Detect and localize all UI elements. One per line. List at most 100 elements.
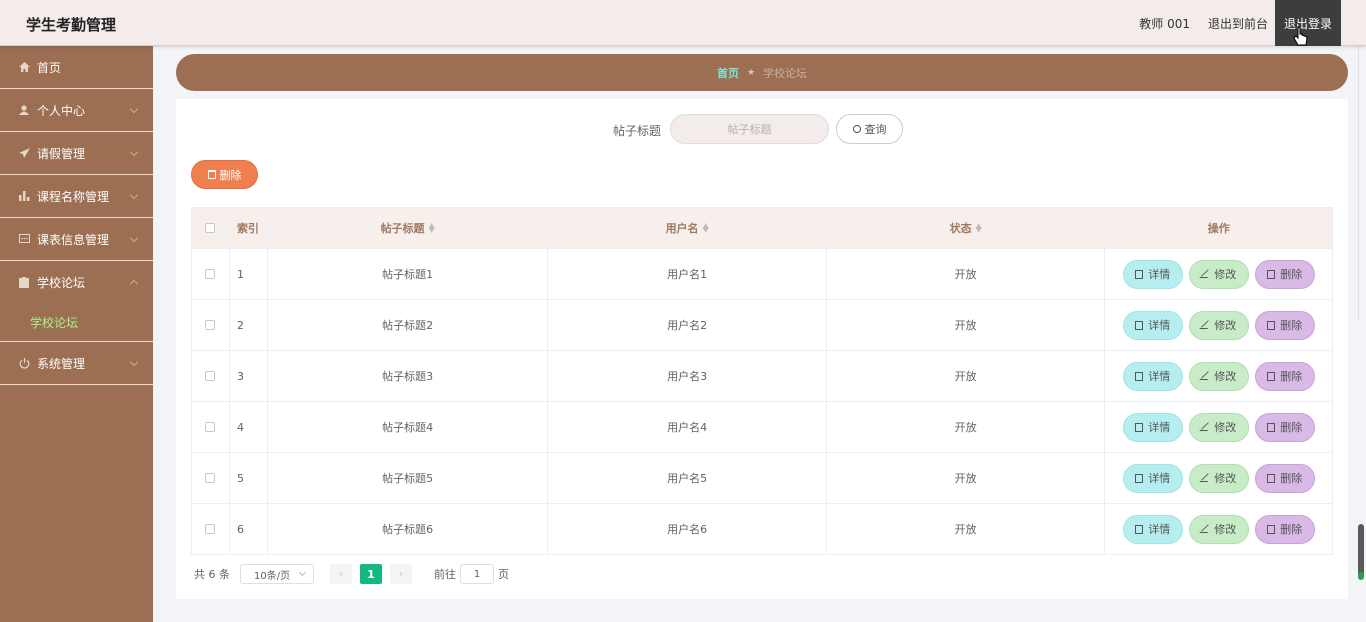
column-header-label: 用户名	[665, 222, 699, 235]
delete-label: 删除	[1280, 472, 1303, 485]
sidebar-item-label: 课表信息管理	[37, 232, 110, 247]
select-all-checkbox[interactable]	[205, 223, 216, 233]
next-page-button[interactable]: ›	[390, 564, 412, 584]
column-header-user[interactable]: 用户名 ▲ ▼	[548, 208, 827, 248]
sort-icon[interactable]: ▲ ▼	[703, 222, 709, 234]
document-icon	[1135, 269, 1144, 279]
query-button-label: 查询	[864, 123, 887, 136]
table-row: 5 帖子标题5 用户名5 开放 详情 修改 删除	[192, 452, 1332, 503]
query-button[interactable]: 查询	[836, 114, 903, 144]
sidebar-item-leave[interactable]: 请假管理	[0, 132, 153, 175]
edit-label: 修改	[1214, 523, 1237, 536]
edit-button[interactable]: 修改	[1188, 259, 1249, 289]
edit-button[interactable]: 修改	[1188, 361, 1249, 391]
search-input[interactable]	[670, 114, 829, 144]
edit-label: 修改	[1214, 319, 1237, 332]
edit-button[interactable]: 修改	[1188, 463, 1249, 493]
page-size-select[interactable]: 10条/页	[240, 564, 314, 584]
row-checkbox[interactable]	[205, 269, 216, 279]
cell-user: 用户名5	[548, 453, 827, 503]
column-header-status[interactable]: 状态 ▲ ▼	[827, 208, 1106, 248]
sort-icon[interactable]: ▲ ▼	[976, 222, 982, 234]
trash-icon	[1267, 422, 1276, 432]
delete-button[interactable]: 删除	[1254, 514, 1315, 544]
back-to-front-link[interactable]: 退出到前台	[1208, 15, 1268, 32]
sidebar-item-system[interactable]: 系统管理	[0, 342, 153, 385]
breadcrumb-home[interactable]: 首页	[717, 65, 739, 81]
cell-user: 用户名6	[548, 504, 827, 554]
user-icon	[18, 104, 30, 116]
edit-button[interactable]: 修改	[1188, 412, 1249, 442]
scrollbar-thumb[interactable]	[1358, 524, 1364, 579]
column-header-title[interactable]: 帖子标题 ▲ ▼	[268, 208, 549, 248]
pagination: 共 6 条 10条/页 ‹ 1 › 前往 页	[194, 564, 509, 584]
detail-button[interactable]: 详情	[1122, 259, 1183, 289]
detail-button[interactable]: 详情	[1122, 514, 1183, 544]
edit-button[interactable]: 修改	[1188, 310, 1249, 340]
breadcrumb: 首页 ★ 学校论坛	[176, 54, 1348, 91]
prev-page-button[interactable]: ‹	[330, 564, 352, 584]
row-checkbox[interactable]	[205, 473, 216, 483]
pencil-icon	[1199, 474, 1211, 482]
edit-button[interactable]: 修改	[1188, 514, 1249, 544]
detail-button[interactable]: 详情	[1122, 412, 1183, 442]
sidebar-item-course-names[interactable]: 课程名称管理	[0, 175, 153, 218]
sidebar-item-label: 课程名称管理	[37, 189, 110, 204]
sidebar-subitem-forum[interactable]: 学校论坛	[0, 304, 153, 342]
row-checkbox[interactable]	[205, 320, 216, 330]
detail-label: 详情	[1148, 523, 1171, 536]
table-row: 4 帖子标题4 用户名4 开放 详情 修改 删除	[192, 401, 1332, 452]
delete-button[interactable]: 删除	[1254, 361, 1315, 391]
cell-status: 开放	[827, 402, 1106, 452]
row-select-cell	[192, 351, 230, 401]
detail-button[interactable]: 详情	[1122, 361, 1183, 391]
detail-button[interactable]: 详情	[1122, 310, 1183, 340]
edit-label: 修改	[1214, 421, 1237, 434]
detail-label: 详情	[1148, 319, 1171, 332]
cell-user: 用户名4	[548, 402, 827, 452]
sidebar-item-personal[interactable]: 个人中心	[0, 89, 153, 132]
delete-button[interactable]: 删除	[1254, 310, 1315, 340]
batch-delete-button[interactable]: 删除	[191, 160, 258, 189]
cell-status: 开放	[827, 351, 1106, 401]
cell-index: 5	[230, 453, 268, 503]
cell-title: 帖子标题3	[268, 351, 549, 401]
row-checkbox[interactable]	[205, 422, 216, 432]
detail-button[interactable]: 详情	[1122, 463, 1183, 493]
chevron-down-icon	[298, 568, 307, 577]
sidebar-item-home[interactable]: 首页	[0, 46, 153, 89]
detail-label: 详情	[1148, 472, 1171, 485]
search-label: 帖子标题	[613, 124, 662, 138]
row-checkbox[interactable]	[205, 524, 216, 534]
goto-page-input[interactable]	[460, 564, 494, 584]
delete-button[interactable]: 删除	[1254, 259, 1315, 289]
page-number-button[interactable]: 1	[360, 564, 382, 584]
home-icon	[18, 61, 30, 73]
cell-title: 帖子标题5	[268, 453, 549, 503]
row-checkbox[interactable]	[205, 371, 216, 381]
pencil-icon	[1199, 270, 1211, 278]
delete-label: 删除	[1280, 268, 1303, 281]
delete-button[interactable]: 删除	[1254, 463, 1315, 493]
delete-button[interactable]: 删除	[1254, 412, 1315, 442]
cell-index: 6	[230, 504, 268, 554]
sidebar-item-label: 系统管理	[37, 356, 86, 371]
sidebar: 首页 个人中心 请假管理 课程名称管理 课表信息管理 学校论坛 学校论坛 系统管…	[0, 46, 153, 622]
document-icon	[1135, 524, 1144, 534]
pencil-icon	[1199, 321, 1211, 329]
sort-icon[interactable]: ▲ ▼	[429, 222, 435, 234]
cell-user: 用户名2	[548, 300, 827, 350]
pencil-icon	[1199, 525, 1211, 533]
row-select-cell	[192, 453, 230, 503]
sidebar-item-forum[interactable]: 学校论坛	[0, 261, 153, 304]
sidebar-item-label: 请假管理	[37, 146, 86, 161]
cell-actions: 详情 修改 删除	[1105, 453, 1332, 503]
row-select-cell	[192, 300, 230, 350]
message-icon	[18, 233, 30, 245]
cell-title: 帖子标题4	[268, 402, 549, 452]
trash-icon	[1267, 320, 1276, 330]
row-select-cell	[192, 249, 230, 299]
sidebar-item-timetable[interactable]: 课表信息管理	[0, 218, 153, 261]
main-panel: 帖子标题 查询 删除 索引 帖子标题▲▼ 用户名▲▼ 状态▲▼ 操作 1帖子标题…	[176, 99, 1348, 599]
chevron-down-icon	[129, 104, 139, 114]
